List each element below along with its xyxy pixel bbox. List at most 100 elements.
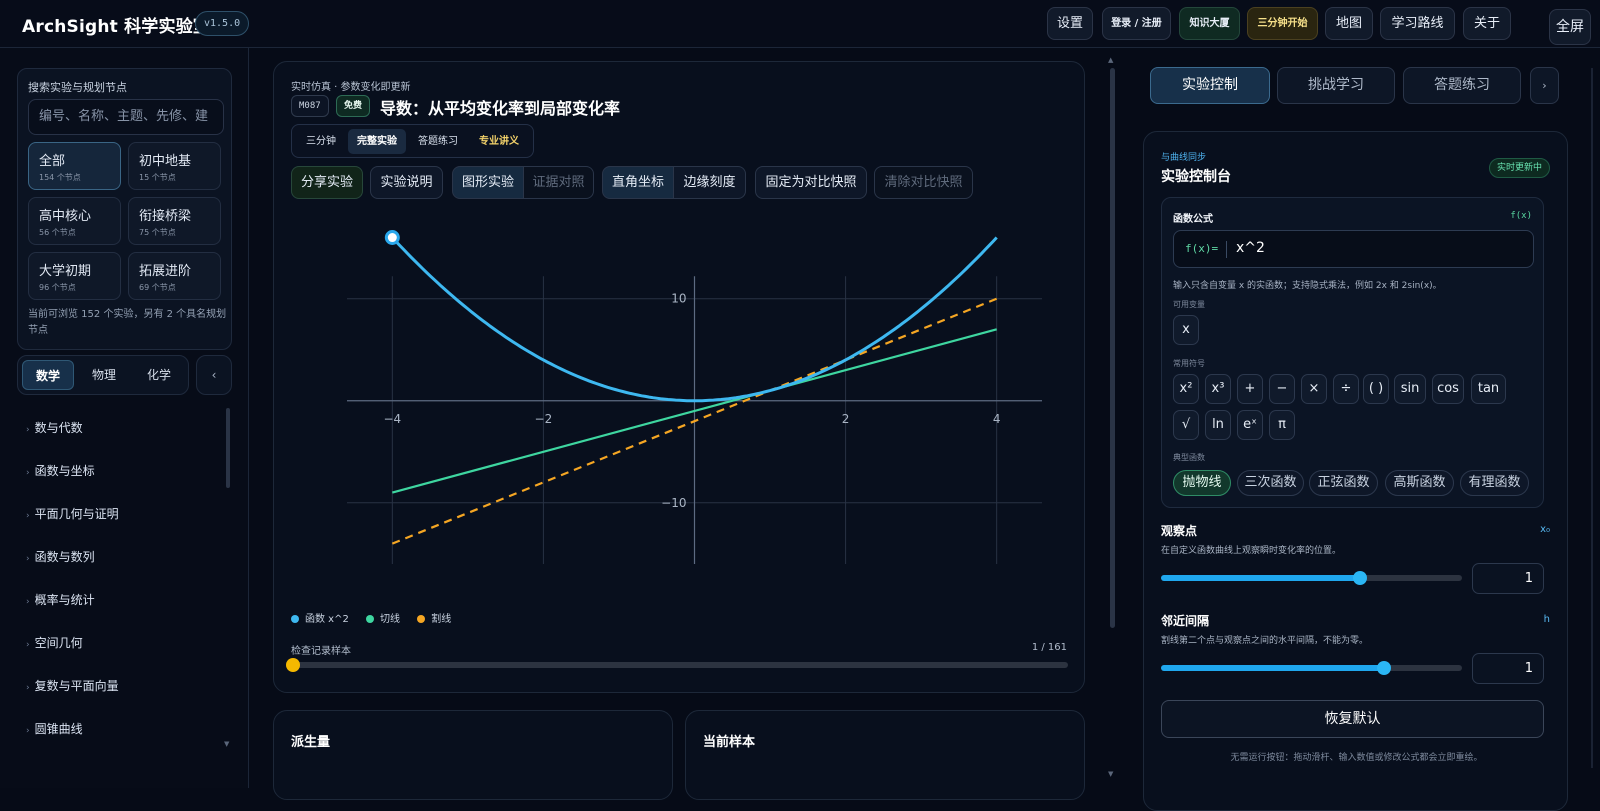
legend-dot xyxy=(417,615,426,623)
preset-cubic[interactable]: 三次函数 xyxy=(1237,470,1304,496)
symbol-key[interactable]: sin xyxy=(1394,374,1426,404)
preset-sine[interactable]: 正弦函数 xyxy=(1309,470,1378,496)
tab-challenge[interactable]: 挑战学习 xyxy=(1277,67,1395,104)
symbol-key[interactable]: tan xyxy=(1471,374,1506,404)
topic-item[interactable]: › 圆锥曲线 xyxy=(26,720,83,737)
edge-ticks-button[interactable]: 边缘刻度 xyxy=(674,166,746,199)
about-button[interactable]: 关于 xyxy=(1463,7,1511,40)
subject-physics[interactable]: 物理 xyxy=(78,360,130,390)
tab-experiment-control[interactable]: 实验控制 xyxy=(1150,67,1270,104)
sample-slider[interactable] xyxy=(286,658,1068,672)
preset-parabola[interactable]: 抛物线 xyxy=(1173,470,1231,496)
reset-button[interactable]: 恢复默认 xyxy=(1161,700,1544,738)
symbol-key[interactable]: × xyxy=(1301,374,1327,404)
scroll-down-icon[interactable]: ▼ xyxy=(1108,770,1113,778)
knowledge-button[interactable]: 知识大厦 xyxy=(1179,7,1240,40)
category-senior[interactable]: 高中核心 56 个节点 xyxy=(28,197,121,245)
instructions-button[interactable]: 实验说明 xyxy=(370,166,443,199)
symbol-key[interactable]: ÷ xyxy=(1333,374,1359,404)
function-plot[interactable]: −4 −2 2 4 10 −10 xyxy=(274,212,1086,592)
login-button[interactable]: 登录 / 注册 xyxy=(1102,7,1171,40)
formula-input[interactable]: f(x)= x^2 xyxy=(1173,230,1534,268)
symbol-key[interactable]: eˣ xyxy=(1237,410,1263,440)
chevron-right-icon: › xyxy=(26,425,30,435)
h-value-input[interactable]: 1 xyxy=(1472,653,1544,684)
topic-item[interactable]: › 空间几何 xyxy=(26,634,83,651)
settings-button[interactable]: 设置 xyxy=(1047,7,1093,40)
legend-label: 割线 xyxy=(431,614,452,625)
sync-note: 与曲线同步 xyxy=(1161,153,1207,163)
x0-value-input[interactable]: 1 xyxy=(1472,563,1544,594)
symbol-key[interactable]: ( ) xyxy=(1363,374,1389,404)
category-junior[interactable]: 初中地基 15 个节点 xyxy=(128,142,221,190)
symbol-key[interactable]: cos xyxy=(1432,374,1464,404)
learning-path-button[interactable]: 学习路线 xyxy=(1380,7,1455,40)
sidebar-scrollbar[interactable] xyxy=(226,408,230,488)
sample-slider-thumb[interactable] xyxy=(286,658,300,672)
chevron-right-icon: › xyxy=(26,726,30,736)
category-college[interactable]: 大学初期 96 个节点 xyxy=(28,252,121,300)
topic-label: 数与代数 xyxy=(34,421,83,435)
mode-lecture[interactable]: 专业讲义 xyxy=(470,129,528,154)
mode-tabs: 三分钟 完整实验 答题练习 专业讲义 xyxy=(291,124,534,158)
preset-rational[interactable]: 有理函数 xyxy=(1460,470,1529,496)
h-slider-thumb[interactable] xyxy=(1376,661,1391,675)
topic-label: 圆锥曲线 xyxy=(34,722,83,736)
topic-item[interactable]: › 函数与坐标 xyxy=(26,462,95,479)
variable-x-key[interactable]: x xyxy=(1173,315,1199,345)
category-count: 96 个节点 xyxy=(39,283,76,292)
symbol-key[interactable]: √ xyxy=(1173,410,1199,440)
param-symbol: x₀ xyxy=(1540,524,1550,535)
formula-value[interactable]: x^2 xyxy=(1236,240,1265,256)
param-title: 邻近间隔 xyxy=(1161,614,1210,628)
topic-item[interactable]: › 概率与统计 xyxy=(26,591,95,608)
fullscreen-button[interactable]: 全屏 xyxy=(1549,9,1591,45)
category-advanced[interactable]: 拓展进阶 69 个节点 xyxy=(128,252,221,300)
x0-slider-thumb[interactable] xyxy=(1352,571,1367,585)
symbol-key[interactable]: π xyxy=(1269,410,1295,440)
quick-start-button[interactable]: 三分钟开始 xyxy=(1247,7,1318,40)
topic-label: 平面几何与证明 xyxy=(34,507,119,521)
topic-item[interactable]: › 平面几何与证明 xyxy=(26,505,119,522)
symbol-key[interactable]: − xyxy=(1269,374,1295,404)
browse-note: 当前可浏览 152 个实验，另有 2 个具名规划节点 xyxy=(28,309,227,336)
cartesian-button[interactable]: 直角坐标 xyxy=(602,166,674,199)
symbol-key[interactable]: + xyxy=(1237,374,1263,404)
right-scrollbar[interactable] xyxy=(1591,68,1593,768)
mode-three-minute[interactable]: 三分钟 xyxy=(298,129,344,154)
collapse-sidebar-button[interactable]: ‹ xyxy=(196,355,232,395)
main-scrollbar[interactable] xyxy=(1110,68,1115,628)
category-count: 69 个节点 xyxy=(139,283,176,292)
tabs-next-button[interactable]: › xyxy=(1530,67,1559,104)
topic-item[interactable]: › 数与代数 xyxy=(26,419,83,436)
h-slider[interactable] xyxy=(1161,661,1462,675)
y-tick-label: −10 xyxy=(661,496,686,510)
symbol-key[interactable]: x² xyxy=(1173,374,1199,404)
graph-view-button[interactable]: 图形实验 xyxy=(452,166,524,199)
map-button[interactable]: 地图 xyxy=(1325,7,1373,40)
pin-snapshot-button[interactable]: 固定为对比快照 xyxy=(755,166,867,199)
main-area: 实时仿真 · 参数变化即更新 M087 免费 导数：从平均变化率到局部变化率 三… xyxy=(249,48,1119,800)
scroll-up-icon[interactable]: ▲ xyxy=(1108,56,1113,64)
category-all[interactable]: 全部 154 个节点 xyxy=(28,142,121,190)
topic-item[interactable]: › 函数与数列 xyxy=(26,548,95,565)
symbol-key[interactable]: x³ xyxy=(1205,374,1231,404)
evidence-view-button[interactable]: 证据对照 xyxy=(524,166,594,199)
x0-slider[interactable] xyxy=(1161,571,1462,585)
search-input[interactable]: 编号、名称、主题、先修、建 xyxy=(28,99,224,135)
sample-label: 检查记录样本 xyxy=(291,646,351,657)
mode-full[interactable]: 完整实验 xyxy=(348,129,406,154)
subject-chemistry[interactable]: 化学 xyxy=(133,360,185,390)
share-button[interactable]: 分享实验 xyxy=(291,166,363,199)
category-bridge[interactable]: 衔接桥梁 75 个节点 xyxy=(128,197,221,245)
scroll-down-icon[interactable]: ▼ xyxy=(224,740,229,748)
preset-gaussian[interactable]: 高斯函数 xyxy=(1385,470,1454,496)
tab-quiz[interactable]: 答题练习 xyxy=(1403,67,1521,104)
mode-quiz[interactable]: 答题练习 xyxy=(410,129,466,154)
category-name: 拓展进阶 xyxy=(139,264,192,279)
topic-item[interactable]: › 复数与平面向量 xyxy=(26,677,119,694)
subject-math[interactable]: 数学 xyxy=(22,360,74,390)
clear-snapshot-button[interactable]: 清除对比快照 xyxy=(874,166,973,199)
sample-count: 1 / 161 xyxy=(1031,642,1067,653)
symbol-key[interactable]: ln xyxy=(1205,410,1231,440)
